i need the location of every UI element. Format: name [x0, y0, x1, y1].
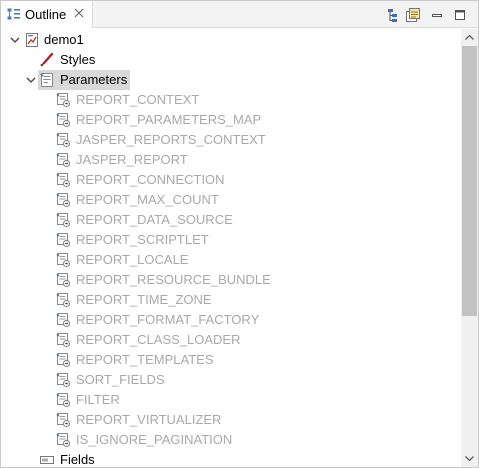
vertical-scrollbar[interactable] — [461, 29, 478, 467]
system-parameter-icon — [56, 233, 71, 248]
parameter-name: IS_IGNORE_PAGINATION — [76, 432, 233, 447]
system-parameter-icon — [56, 273, 71, 288]
system-parameter-icon — [56, 433, 71, 448]
system-parameter-icon — [56, 193, 71, 208]
system-parameter-icon — [56, 293, 71, 308]
system-parameter-icon — [56, 413, 71, 428]
tree-node-styles[interactable]: Styles — [1, 50, 461, 70]
system-parameter-icon — [56, 113, 71, 128]
close-icon[interactable] — [73, 7, 85, 19]
parameter-name: SORT_FIELDS — [76, 372, 165, 387]
scroll-up-arrow-icon[interactable] — [461, 29, 478, 46]
chevron-down-icon[interactable] — [25, 74, 37, 86]
parameter-name: JASPER_REPORT — [76, 152, 188, 167]
styles-brush-icon — [40, 52, 54, 67]
tree-node-parameter[interactable]: REPORT_VIRTUALIZER — [1, 410, 461, 430]
tree-node-parameter[interactable]: REPORT_MAX_COUNT — [1, 190, 461, 210]
tree-node-label: demo1 — [44, 32, 84, 47]
parameter-name: REPORT_PARAMETERS_MAP — [76, 112, 262, 127]
view-tab-bar: Outline — [1, 1, 478, 28]
tree-node-parameter[interactable]: FILTER — [1, 390, 461, 410]
outline-tab[interactable]: Outline — [1, 1, 93, 28]
tree-node-parameter[interactable]: JASPER_REPORTS_CONTEXT — [1, 130, 461, 150]
parameter-name: REPORT_TEMPLATES — [76, 352, 214, 367]
tree-node-parameter[interactable]: REPORT_LOCALE — [1, 250, 461, 270]
parameter-name: REPORT_MAX_COUNT — [76, 192, 219, 207]
system-parameter-icon — [56, 93, 71, 108]
report-icon — [26, 33, 38, 47]
parameters-icon — [40, 73, 53, 87]
tree-node-label: Styles — [60, 52, 96, 67]
system-parameter-icon — [56, 133, 71, 148]
tree-node-parameter[interactable]: IS_IGNORE_PAGINATION — [1, 430, 461, 450]
tree-node-parameter[interactable]: REPORT_CONNECTION — [1, 170, 461, 190]
tree-node-parameter[interactable]: REPORT_FORMAT_FACTORY — [1, 310, 461, 330]
parameter-name: REPORT_TIME_ZONE — [76, 292, 212, 307]
tree-node-parameter[interactable]: REPORT_CONTEXT — [1, 90, 461, 110]
tree-node-label: Parameters — [60, 72, 128, 87]
parameter-name: REPORT_SCRIPTLET — [76, 232, 209, 247]
tree-node-root[interactable]: demo1 — [1, 30, 461, 50]
system-parameter-icon — [56, 353, 71, 368]
system-parameter-icon — [56, 173, 71, 188]
parameter-name: REPORT_CONNECTION — [76, 172, 225, 187]
parameter-name: REPORT_RESOURCE_BUNDLE — [76, 272, 271, 287]
tree-node-parameter[interactable]: JASPER_REPORT — [1, 150, 461, 170]
scrollbar-thumb[interactable] — [462, 46, 477, 316]
parameter-name: REPORT_DATA_SOURCE — [76, 212, 233, 227]
system-parameter-icon — [56, 373, 71, 388]
system-parameter-icon — [56, 313, 71, 328]
parameter-name: REPORT_FORMAT_FACTORY — [76, 312, 260, 327]
tree-node-parameter[interactable]: REPORT_PARAMETERS_MAP — [1, 110, 461, 130]
system-parameter-icon — [56, 333, 71, 348]
link-editor-icon[interactable] — [405, 7, 421, 23]
system-parameter-icon — [56, 393, 71, 408]
tree-node-parameter[interactable]: REPORT_TIME_ZONE — [1, 290, 461, 310]
outline-tree: demo1 Styles Parameters REPORT_CONTEXT R… — [1, 29, 461, 467]
tree-node-parameter[interactable]: REPORT_SCRIPTLET — [1, 230, 461, 250]
hierarchy-icon[interactable] — [385, 7, 401, 23]
parameter-name: REPORT_CLASS_LOADER — [76, 332, 241, 347]
tree-node-parameter[interactable]: REPORT_CLASS_LOADER — [1, 330, 461, 350]
outline-view-icon — [7, 8, 20, 20]
outline-view: Outline demo1 Styles Parameters REPORT_C… — [0, 0, 479, 468]
tree-node-parameter[interactable]: REPORT_TEMPLATES — [1, 350, 461, 370]
tree-node-parameter[interactable]: REPORT_DATA_SOURCE — [1, 210, 461, 230]
maximize-icon[interactable] — [452, 7, 468, 23]
system-parameter-icon — [56, 213, 71, 228]
fields-icon — [40, 456, 54, 464]
minimize-icon[interactable] — [429, 7, 445, 23]
parameter-name: REPORT_LOCALE — [76, 252, 189, 267]
tree-node-parameter[interactable]: REPORT_RESOURCE_BUNDLE — [1, 270, 461, 290]
parameter-name: REPORT_CONTEXT — [76, 92, 200, 107]
tree-node-label: Fields — [60, 452, 95, 467]
system-parameter-icon — [56, 153, 71, 168]
tab-title: Outline — [25, 7, 67, 22]
parameter-name: JASPER_REPORTS_CONTEXT — [76, 132, 266, 147]
parameter-name: REPORT_VIRTUALIZER — [76, 412, 222, 427]
tree-node-fields[interactable]: Fields — [1, 450, 461, 467]
tree-node-parameter[interactable]: SORT_FIELDS — [1, 370, 461, 390]
chevron-down-icon[interactable] — [9, 34, 21, 46]
parameter-name: FILTER — [76, 392, 120, 407]
tree-node-parameters[interactable]: Parameters — [1, 70, 461, 90]
system-parameter-icon — [56, 253, 71, 268]
scroll-down-arrow-icon[interactable] — [461, 450, 478, 467]
